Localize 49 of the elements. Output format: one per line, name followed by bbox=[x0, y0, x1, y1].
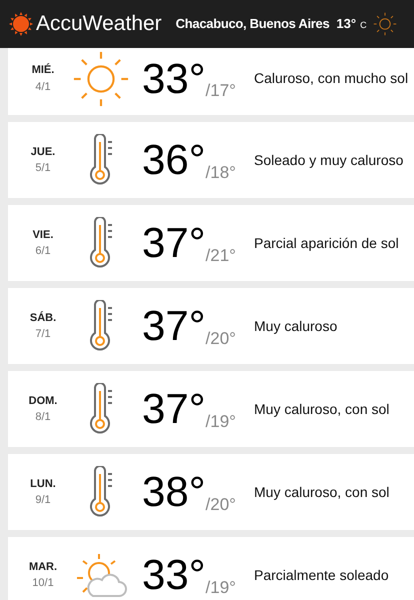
location-name: Chacabuco, Buenos Aires bbox=[176, 15, 330, 34]
day-name: DOM. bbox=[28, 394, 58, 408]
temperature-unit: C bbox=[360, 18, 367, 32]
brand-name[interactable]: AccuWeather bbox=[36, 8, 162, 40]
day-date: 6/1 bbox=[35, 244, 51, 259]
day-name: VIE. bbox=[32, 228, 54, 242]
weather-description: Parcial aparición de sol bbox=[254, 234, 399, 253]
weather-description: Muy caluroso bbox=[254, 316, 338, 336]
sun-logo-icon bbox=[8, 11, 34, 37]
day-name: JUE. bbox=[30, 144, 56, 160]
high-temperature: 33° bbox=[142, 58, 206, 100]
forecast-card[interactable]: LUN. 9/1 38°/20° Muy caluroso, con sol bbox=[8, 454, 414, 530]
high-temperature: 37° bbox=[142, 222, 206, 264]
low-temperature: /21° bbox=[206, 244, 236, 266]
high-temperature: 37° bbox=[142, 388, 206, 430]
current-temperature: 13° bbox=[336, 15, 356, 34]
day-date: 7/1 bbox=[35, 327, 51, 342]
day-date: 9/1 bbox=[35, 493, 51, 508]
day-name: SÁB. bbox=[30, 310, 56, 326]
day-name: LUN. bbox=[30, 476, 56, 492]
forecast-card[interactable]: SÁB. 7/1 37°/20° Muy caluroso bbox=[8, 288, 414, 364]
weather-description: Parcialmente soleado bbox=[254, 566, 389, 584]
sun-icon bbox=[372, 12, 397, 36]
day-name: MAR. bbox=[28, 560, 58, 574]
forecast-card[interactable]: VIE. 6/1 37°/21° Parcial aparición de sol bbox=[8, 205, 414, 281]
weather-description: Soleado y muy caluroso bbox=[254, 150, 404, 170]
weather-description: Muy caluroso, con sol bbox=[254, 400, 390, 419]
high-temperature: 38° bbox=[142, 471, 206, 513]
sun-icon bbox=[72, 50, 130, 108]
high-temperature: 36° bbox=[142, 139, 206, 181]
forecast-card[interactable]: MIÉ. 4/1 33°/17° Caluroso, con mucho sol bbox=[8, 48, 414, 115]
day-name: MIÉ. bbox=[32, 62, 54, 78]
day-date: 8/1 bbox=[35, 410, 51, 425]
high-temperature: 37° bbox=[142, 305, 206, 347]
weather-description: Muy caluroso, con sol bbox=[254, 482, 390, 502]
high-temperature: 33° bbox=[142, 554, 206, 596]
forecast-card[interactable]: MAR. 10/1 33°/19° Parcialmente soleado bbox=[8, 537, 414, 600]
day-date: 5/1 bbox=[35, 161, 51, 176]
low-temperature: /18° bbox=[206, 162, 236, 184]
weather-description: Caluroso, con mucho sol bbox=[254, 69, 408, 88]
forecast-card[interactable]: DOM. 8/1 37°/19° Muy caluroso, con sol bbox=[8, 371, 414, 447]
low-temperature: /20° bbox=[206, 494, 236, 516]
forecast-card[interactable]: JUE. 5/1 36°/18° Soleado y muy caluroso bbox=[8, 122, 414, 198]
low-temperature: /19° bbox=[206, 576, 236, 598]
day-date: 4/1 bbox=[35, 80, 51, 94]
low-temperature: /17° bbox=[206, 80, 236, 102]
low-temperature: /20° bbox=[206, 328, 236, 350]
day-date: 10/1 bbox=[32, 576, 54, 591]
low-temperature: /19° bbox=[206, 410, 236, 432]
